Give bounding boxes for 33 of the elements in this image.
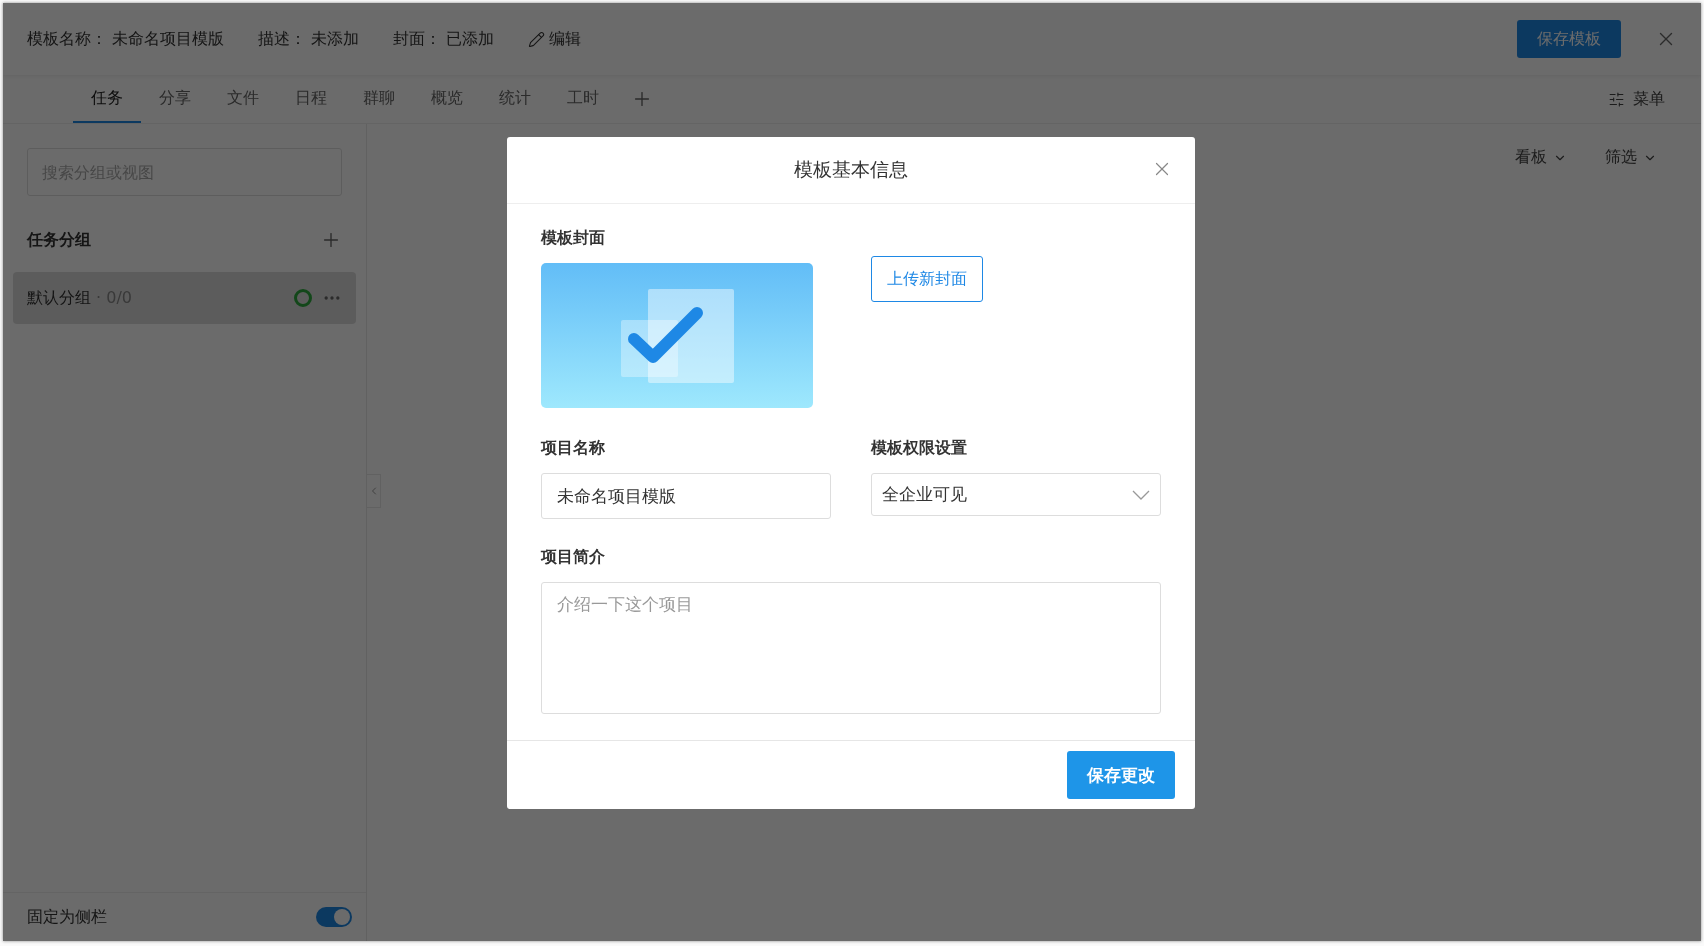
header-field: 封面： 已添加: [393, 28, 495, 50]
edit-link[interactable]: 编辑: [528, 28, 582, 50]
input-field[interactable]: 未命名项目模版: [541, 473, 831, 519]
menu-button[interactable]: 菜单: [1602, 75, 1671, 123]
tab[interactable]: 日程: [277, 75, 345, 123]
textarea-field[interactable]: 介绍一下这个项目: [541, 582, 1161, 714]
field-label: 项目名称: [541, 438, 606, 459]
save-button[interactable]: 保存更改: [1067, 751, 1175, 799]
pin-label: 固定为侧栏: [27, 906, 107, 928]
dialog-title: 模板基本信息: [794, 157, 908, 182]
view-dropdown[interactable]: 看板: [1509, 146, 1573, 169]
field-label: 项目简介: [541, 547, 606, 568]
tab[interactable]: 工时: [549, 75, 617, 123]
header-field: 模板名称： 未命名项目模版: [27, 28, 225, 50]
header-field: 描述： 未添加: [258, 28, 360, 50]
permission-select[interactable]: 全企业可见: [871, 473, 1161, 516]
field-label: 模板权限设置: [871, 438, 968, 459]
tab[interactable]: 任务: [73, 75, 141, 123]
caret-icon: [1132, 489, 1150, 500]
tab[interactable]: 群聊: [345, 75, 413, 123]
section-title: 任务分组: [27, 229, 91, 251]
tab[interactable]: 统计: [481, 75, 549, 123]
view-dropdown[interactable]: 筛选: [1599, 146, 1663, 169]
status-ring-icon: [294, 289, 312, 307]
toggle-switch[interactable]: [316, 907, 352, 927]
tab[interactable]: 文件: [209, 75, 277, 123]
tab[interactable]: 分享: [141, 75, 209, 123]
save-template-button[interactable]: 保存模板: [1517, 20, 1621, 58]
upload-button[interactable]: 上传新封面: [871, 256, 983, 302]
sliders-icon: [1608, 90, 1625, 108]
pencil-icon: [528, 30, 546, 48]
tab[interactable]: 概览: [413, 75, 481, 123]
field-label: 模板封面: [541, 228, 606, 249]
